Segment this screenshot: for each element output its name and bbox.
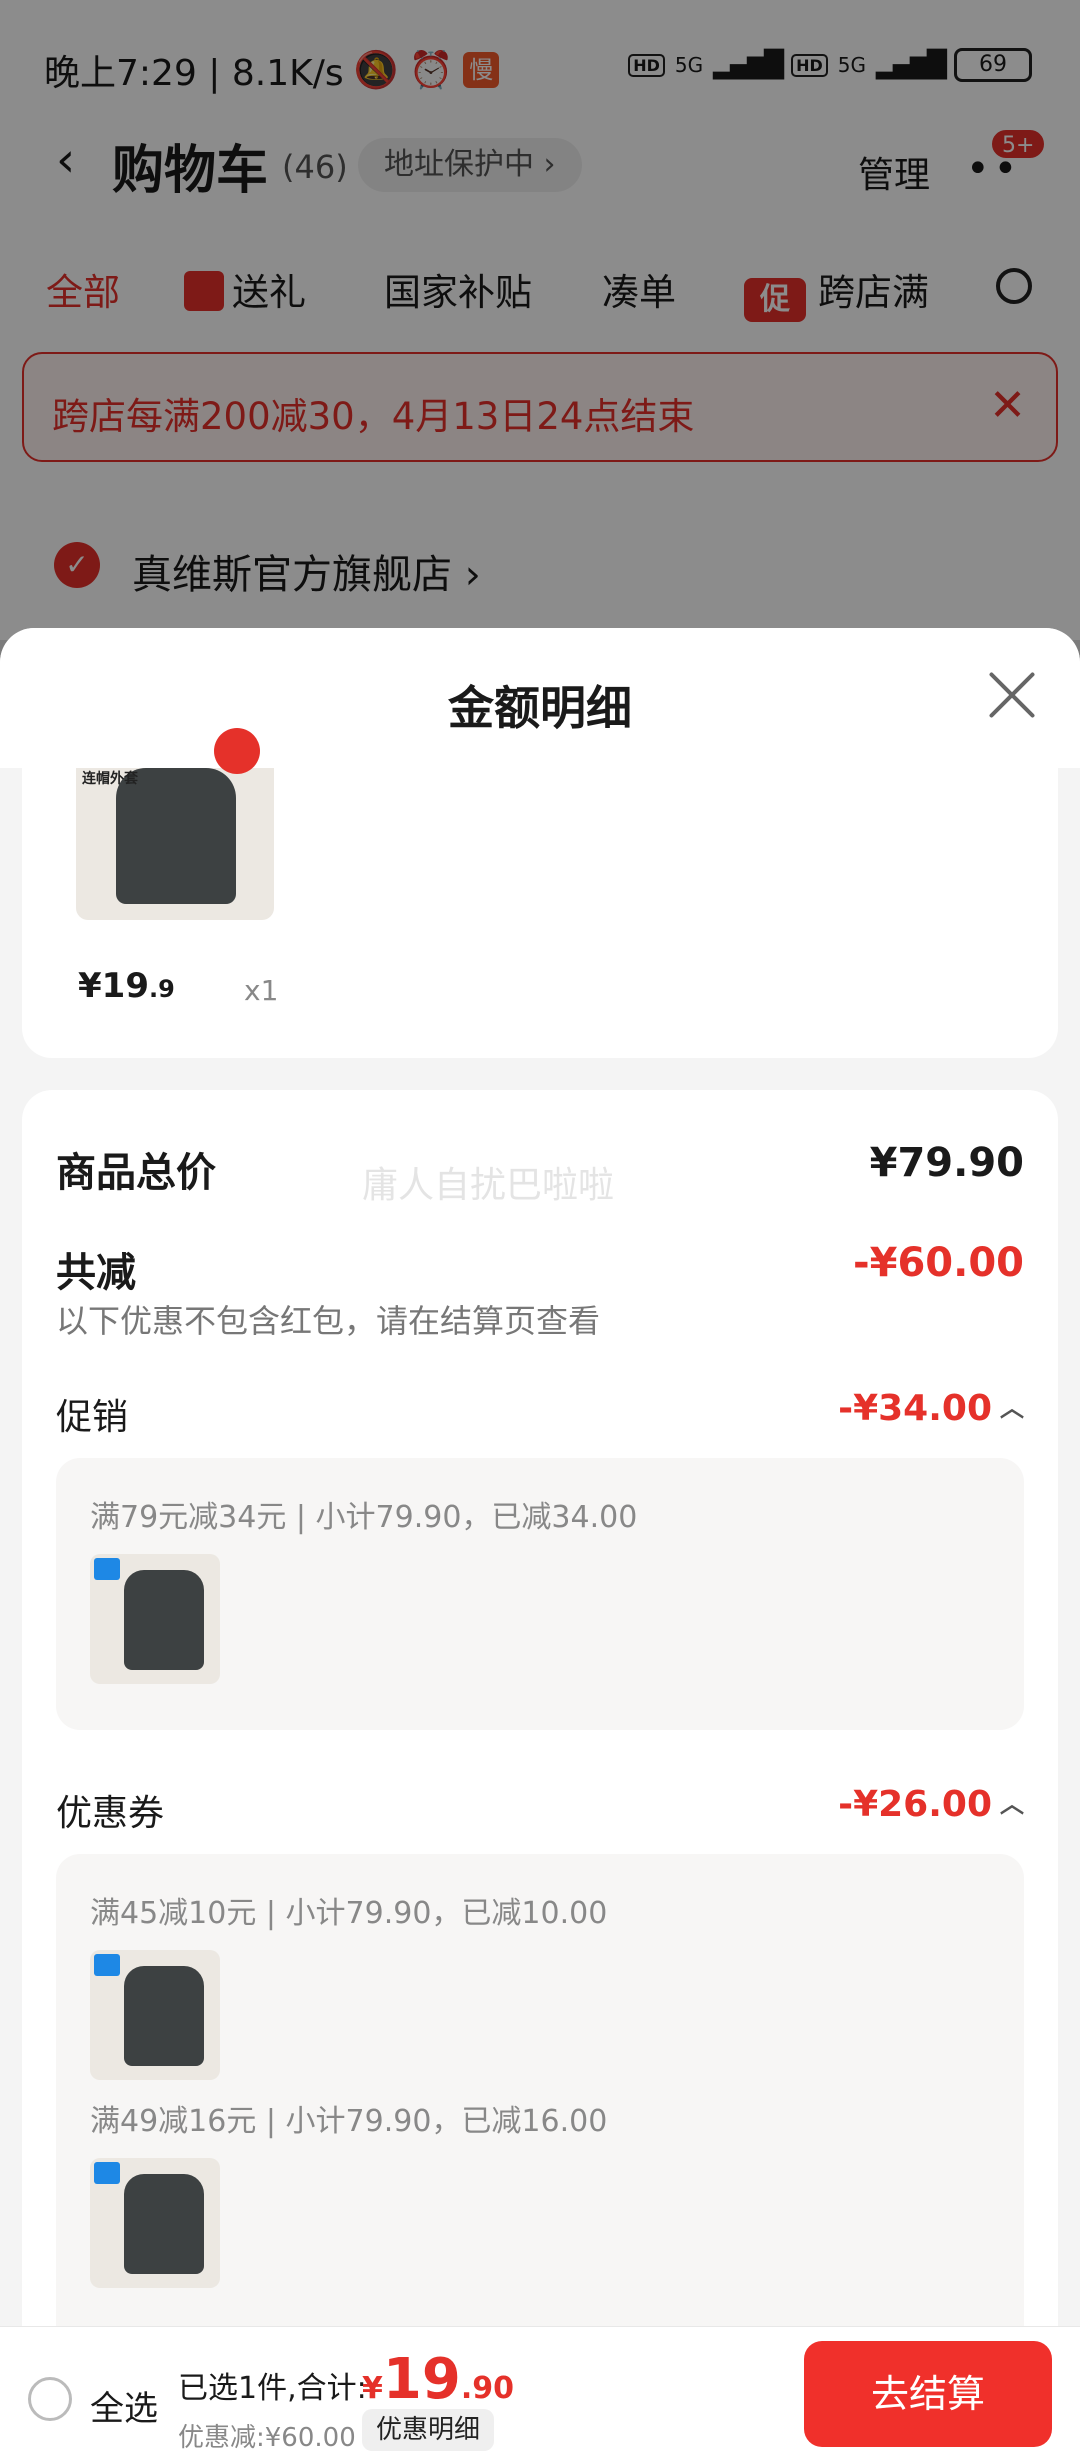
hoodie-image xyxy=(124,1570,204,1670)
goods-total-value: ¥79.90 xyxy=(869,1140,1024,1186)
coupon-rule: 满45减10元 | 小计79.90，已减10.00 xyxy=(90,1896,608,1931)
product-image: 连帽外套 xyxy=(76,768,274,920)
modal-overlay[interactable] xyxy=(0,0,1080,640)
goods-total-label: 商品总价 xyxy=(56,1150,216,1196)
discount-value: -¥60.00 xyxy=(853,1240,1024,1286)
saved-amount: 优惠减:¥60.00 xyxy=(178,2423,356,2453)
promo-detail-box: 满79元减34元 | 小计79.90，已减34.00 xyxy=(56,1458,1024,1730)
badge-dot xyxy=(214,728,260,774)
promo-value[interactable]: -¥34.00 ︿ xyxy=(838,1388,1024,1429)
brand-tag xyxy=(94,1954,120,1976)
discount-detail-button[interactable]: 优惠明细 xyxy=(362,2409,495,2451)
promo-label: 促销 xyxy=(56,1397,129,1438)
discount-label: 共减 xyxy=(56,1250,136,1296)
product-price-int: ¥19 xyxy=(78,966,149,1006)
sheet-header: 金额明细 xyxy=(0,628,1080,774)
product-price: ¥19.9 xyxy=(78,966,175,1006)
total-dec: .90 xyxy=(460,2371,514,2406)
total-price: ¥19.90 xyxy=(362,2347,514,2412)
coupon-rule: 满49减16元 | 小计79.90，已减16.00 xyxy=(90,2104,608,2139)
total-currency: ¥ xyxy=(362,2371,383,2406)
coupon-value[interactable]: -¥26.00 ︿ xyxy=(838,1784,1024,1825)
product-price-dec: .9 xyxy=(148,975,175,1003)
discount-note: 以下优惠不包含红包，请在结算页查看 xyxy=(56,1302,601,1340)
select-all-radio[interactable] xyxy=(28,2377,72,2421)
coupon-value-text: -¥26.00 xyxy=(838,1784,992,1825)
promo-value-text: -¥34.00 xyxy=(838,1388,992,1429)
thumb-label: 连帽外套 xyxy=(82,771,138,787)
chevron-up-icon: ︿ xyxy=(1000,1394,1024,1422)
select-all-label[interactable]: 全选 xyxy=(90,2381,158,2430)
checkout-bar: 全选 已选1件,合计: ¥19.90 优惠减:¥60.00 优惠明细 去结算 xyxy=(0,2326,1080,2460)
amount-detail-sheet: 连帽外套 ¥19.9 x1 金额明细 商品总价 庸人自扰巴啦啦 ¥79.90 共… xyxy=(0,628,1080,2460)
hoodie-image xyxy=(124,1966,204,2066)
brand-tag xyxy=(94,2162,120,2184)
product-card: 连帽外套 ¥19.9 x1 xyxy=(22,768,1058,1058)
checkout-button[interactable]: 去结算 xyxy=(804,2341,1052,2447)
coupon-label: 优惠券 xyxy=(56,1793,165,1834)
brand-tag xyxy=(94,1558,120,1580)
hoodie-image xyxy=(116,768,236,904)
close-icon[interactable] xyxy=(988,670,1036,718)
product-thumbnail xyxy=(90,2158,220,2288)
product-thumbnail xyxy=(90,1554,220,1684)
product-thumbnail xyxy=(90,1950,220,2080)
hoodie-image xyxy=(124,2174,204,2274)
chevron-up-icon: ︿ xyxy=(1000,1790,1024,1818)
product-quantity: x1 xyxy=(244,974,279,1007)
watermark: 庸人自扰巴啦啦 xyxy=(362,1165,615,1206)
amount-detail-card: 商品总价 庸人自扰巴啦啦 ¥79.90 共减 -¥60.00 以下优惠不包含红包… xyxy=(22,1090,1058,2460)
total-int: 19 xyxy=(382,2347,461,2412)
selection-summary: 已选1件,合计: xyxy=(178,2371,367,2406)
promo-rule: 满79元减34元 | 小计79.90，已减34.00 xyxy=(90,1500,638,1535)
sheet-title: 金额明细 xyxy=(448,681,632,735)
